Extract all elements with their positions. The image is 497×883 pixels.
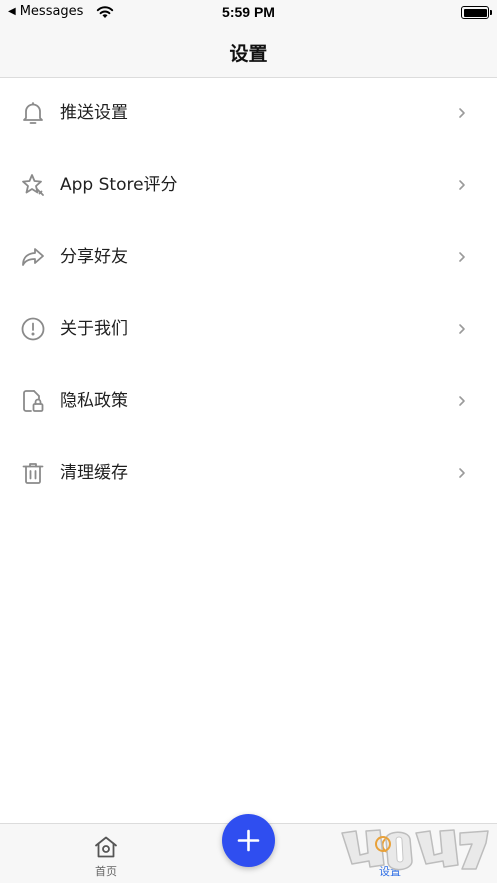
settings-row-label: 清理缓存 bbox=[60, 463, 128, 483]
info-circle-icon bbox=[20, 316, 46, 342]
chevron-right-icon bbox=[457, 321, 467, 337]
settings-row-share[interactable]: 分享好友 bbox=[0, 222, 497, 294]
settings-row-label: 隐私政策 bbox=[60, 391, 128, 411]
tab-home-label: 首页 bbox=[95, 865, 117, 878]
settings-list: 推送设置 App Store评分 分享好友 关于我们 隐私政策 清理缓存 bbox=[0, 78, 497, 510]
page-title: 设置 bbox=[229, 43, 268, 65]
settings-row-label: 关于我们 bbox=[60, 319, 128, 339]
chevron-right-icon bbox=[457, 105, 467, 121]
battery-icon bbox=[461, 6, 492, 19]
add-button[interactable] bbox=[222, 814, 275, 867]
settings-row-label: 分享好友 bbox=[60, 247, 128, 267]
trash-icon bbox=[20, 460, 46, 486]
settings-row-clear-cache[interactable]: 清理缓存 bbox=[0, 438, 497, 510]
star-rating-icon bbox=[20, 172, 46, 198]
chevron-right-icon bbox=[457, 465, 467, 481]
settings-row-privacy[interactable]: 隐私政策 bbox=[0, 366, 497, 438]
plus-icon bbox=[237, 829, 260, 852]
status-bar: ◀ Messages 5:59 PM bbox=[0, 0, 497, 26]
share-arrow-icon bbox=[20, 244, 46, 270]
tab-home[interactable]: 首页 bbox=[71, 834, 141, 879]
settings-row-about[interactable]: 关于我们 bbox=[0, 294, 497, 366]
chevron-right-icon bbox=[457, 393, 467, 409]
chevron-right-icon bbox=[457, 249, 467, 265]
privacy-lock-icon bbox=[20, 388, 46, 414]
status-time: 5:59 PM bbox=[222, 4, 275, 20]
settings-row-push[interactable]: 推送设置 bbox=[0, 78, 497, 150]
settings-row-rating[interactable]: App Store评分 bbox=[0, 150, 497, 222]
watermark-logo bbox=[341, 829, 489, 871]
navigation-bar: 设置 bbox=[0, 26, 497, 78]
bell-icon bbox=[20, 100, 46, 126]
chevron-right-icon bbox=[457, 177, 467, 193]
settings-row-label: App Store评分 bbox=[60, 175, 178, 195]
settings-row-label: 推送设置 bbox=[60, 103, 128, 123]
home-icon bbox=[93, 834, 119, 860]
